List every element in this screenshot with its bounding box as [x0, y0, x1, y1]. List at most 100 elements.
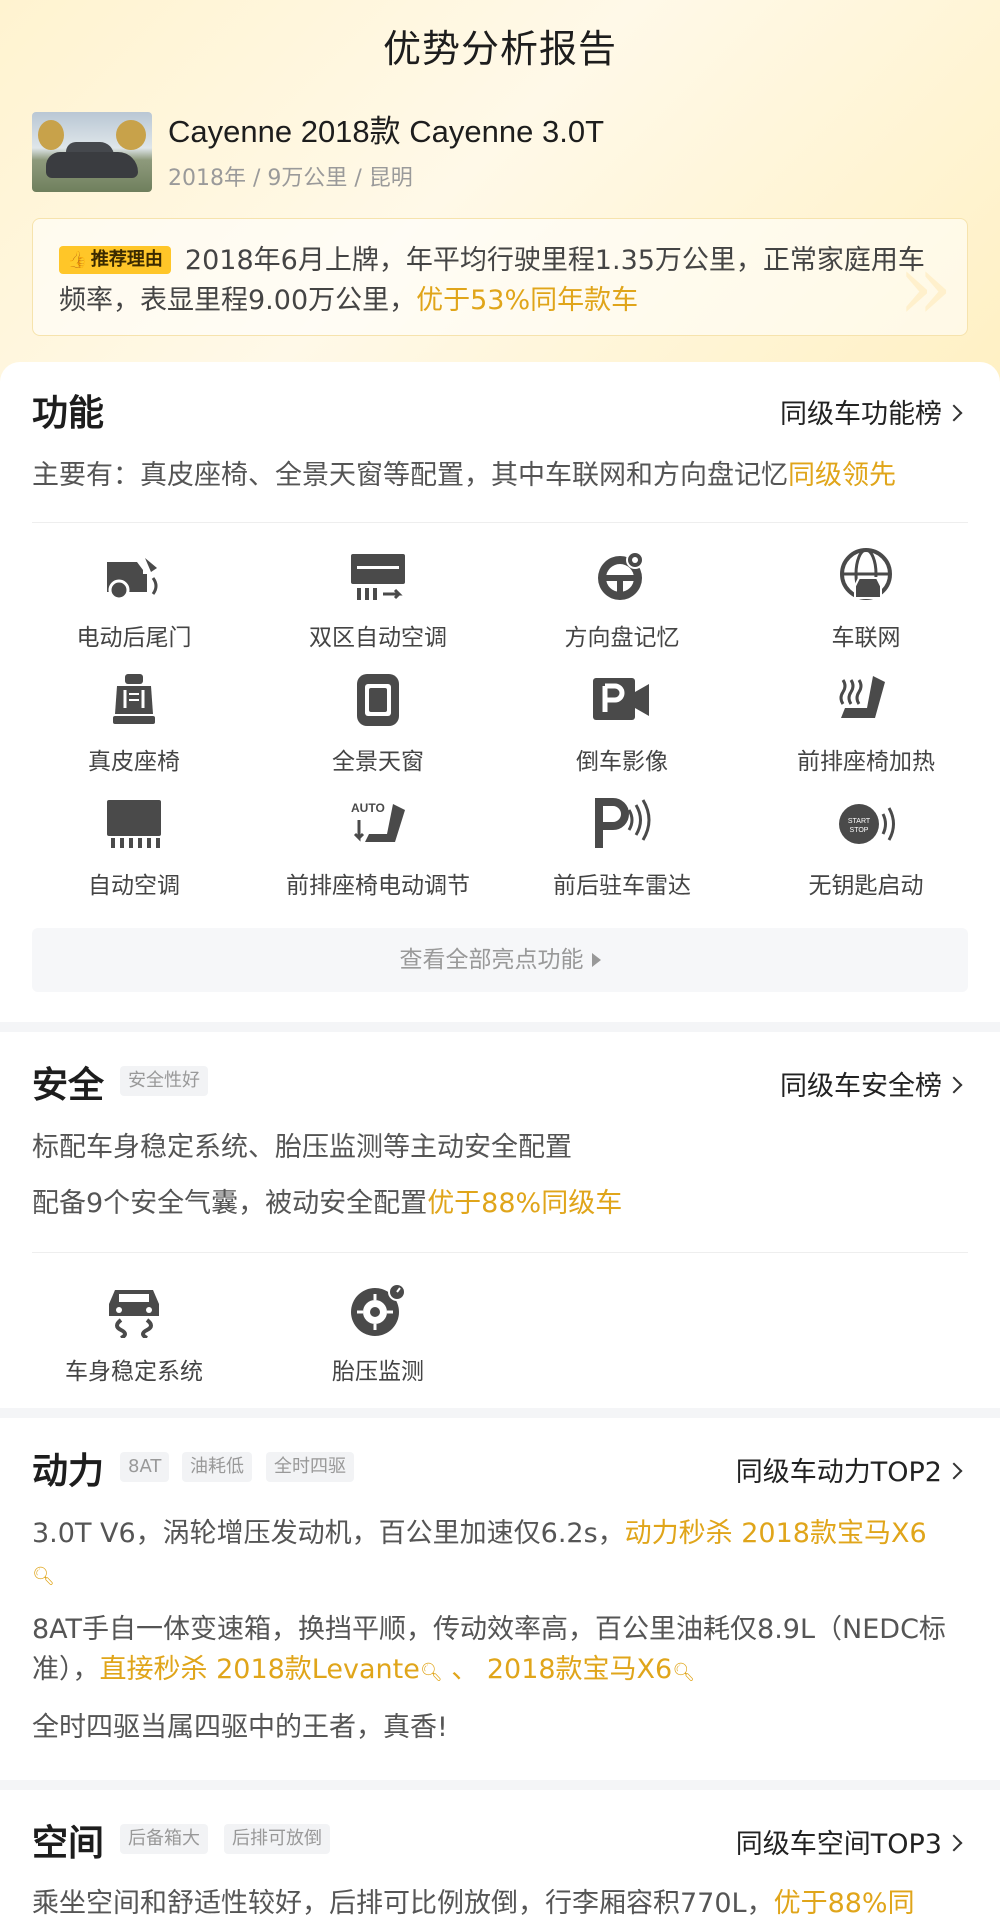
power-tag: 油耗低 — [182, 1452, 252, 1482]
feature-label: 全景天窗 — [332, 749, 424, 775]
safety-line2: 配备9个安全气囊，被动安全配置优于88%同级车 — [32, 1184, 968, 1224]
feature-label: 无钥匙启动 — [808, 873, 924, 899]
feature-reverse-camera[interactable]: 倒车影像 — [500, 672, 744, 776]
feature-dual-zone-ac[interactable]: 双区自动空调 — [256, 548, 500, 652]
feature-panoramic-sunroof[interactable]: 全景天窗 — [256, 672, 500, 776]
feature-label: 方向盘记忆 — [564, 625, 680, 651]
feature-label: 胎压监测 — [332, 1359, 424, 1385]
power-link-label: 同级车动力TOP2 — [735, 1457, 942, 1488]
tire-pressure-icon — [351, 1283, 406, 1336]
function-desc: 主要有：真皮座椅、全景天窗等配置，其中车联网和方向盘记忆同级领先 — [32, 456, 968, 496]
divider — [32, 1252, 968, 1253]
feature-label: 车联网 — [831, 625, 901, 651]
feature-leather-seat[interactable]: 真皮座椅 — [12, 672, 256, 776]
power-tag: 全时四驱 — [266, 1452, 354, 1482]
space-link-label: 同级车空间TOP3 — [735, 1829, 942, 1860]
feature-label: 前排座椅电动调节 — [286, 873, 470, 899]
power-p2-separator: 、 — [442, 1654, 487, 1685]
play-arrow-icon — [591, 953, 601, 967]
feature-label: 双区自动空调 — [309, 625, 447, 651]
power-title: 动力 — [32, 1451, 105, 1492]
feature-steering-memory[interactable]: 方向盘记忆 — [500, 548, 744, 652]
power-p2-link-a[interactable]: 直接秒杀 2018款Levante🔍︎ — [100, 1654, 443, 1685]
power-p1-text: 3.0T V6，涡轮增压发动机，百公里加速仅6.2s， — [32, 1518, 625, 1549]
safety-tag: 安全性好 — [120, 1066, 208, 1096]
feature-tire-pressure[interactable]: 胎压监测 — [256, 1282, 500, 1386]
chevron-right-icon — [945, 1834, 963, 1852]
search-icon: 🔍︎ — [672, 1662, 696, 1683]
feature-auto-ac[interactable]: 自动空调 — [12, 796, 256, 900]
dual-zone-ac-icon — [351, 554, 405, 600]
power-p2-link-b-label: 2018款宝马X6 — [486, 1654, 673, 1685]
feature-label: 前后驻车雷达 — [553, 873, 691, 899]
space-tag: 后备箱大 — [120, 1824, 208, 1854]
seat-heating-icon — [839, 676, 885, 718]
feature-label: 真皮座椅 — [88, 749, 180, 775]
power-section: 动力 8AT 油耗低 全时四驱 同级车动力TOP2 3.0T V6，涡轮增压发动… — [0, 1418, 1000, 1780]
feature-label: 自动空调 — [88, 873, 180, 899]
function-ranking-link[interactable]: 同级车功能榜 — [780, 392, 963, 431]
feature-label: 倒车影像 — [576, 749, 668, 775]
space-tag: 后排可放倒 — [224, 1824, 330, 1854]
power-tailgate-icon — [107, 558, 158, 601]
function-desc-text: 主要有：真皮座椅、全景天窗等配置，其中车联网和方向盘记忆 — [32, 460, 788, 491]
safety-line2-highlight: 优于88%同级车 — [427, 1188, 623, 1219]
safety-link-label: 同级车安全榜 — [780, 1071, 942, 1102]
page-title: 优势分析报告 — [382, 27, 617, 71]
feature-keyless-start[interactable]: START STOP 无钥匙启动 — [744, 796, 988, 900]
function-title: 功能 — [32, 393, 105, 434]
reason-highlight: 优于53%同年款车 — [416, 285, 639, 316]
photo-tree — [116, 120, 146, 150]
feature-power-tailgate[interactable]: 电动后尾门 — [12, 548, 256, 652]
feature-parking-radar[interactable]: 前后驻车雷达 — [500, 796, 744, 900]
svg-text:AUTO: AUTO — [351, 801, 385, 815]
report-header: 优势分析报告 Cayenne 2018款 Cayenne 3.0T 2018年 … — [0, 0, 1000, 420]
feature-label: 前排座椅加热 — [797, 749, 935, 775]
power-ranking-link[interactable]: 同级车动力TOP2 — [735, 1450, 963, 1489]
function-section: 功能 同级车功能榜 主要有：真皮座椅、全景天窗等配置，其中车联网和方向盘记忆同级… — [0, 362, 1000, 1022]
photo-car-body — [46, 152, 138, 178]
space-desc-highlight: 优于88%同 — [773, 1888, 915, 1919]
parking-radar-icon — [595, 798, 651, 848]
search-icon: 🔍︎ — [32, 1566, 55, 1587]
power-seat-icon: AUTO — [351, 801, 405, 842]
feature-connected-car[interactable]: 车联网 — [744, 548, 988, 652]
feature-power-seat[interactable]: AUTO 前排座椅电动调节 — [256, 796, 500, 900]
space-desc-text: 乘坐空间和舒适性较好，后排可比例放倒，行李厢容积770L， — [32, 1888, 774, 1919]
space-title: 空间 — [32, 1823, 105, 1864]
safety-title: 安全 — [32, 1065, 105, 1106]
chevron-right-icon — [945, 1076, 963, 1094]
feature-stability-control[interactable]: 车身稳定系统 — [12, 1282, 256, 1386]
safety-ranking-link[interactable]: 同级车安全榜 — [780, 1064, 963, 1103]
panoramic-sunroof-icon — [357, 674, 399, 726]
svg-text:START: START — [848, 818, 871, 825]
power-p1-link-label: 动力秒杀 2018款宝马X6 — [624, 1518, 927, 1549]
auto-ac-icon — [107, 800, 161, 848]
photo-tree — [38, 120, 64, 150]
feature-label: 电动后尾门 — [76, 625, 192, 651]
feature-seat-heating[interactable]: 前排座椅加热 — [744, 672, 988, 776]
safety-section: 安全 安全性好 同级车安全榜 标配车身稳定系统、胎压监测等主动安全配置 配备9个… — [0, 1032, 1000, 1408]
space-section: 空间 后备箱大 后排可放倒 同级车空间TOP3 乘坐空间和舒适性较好，后排可比例… — [0, 1790, 1000, 1926]
power-p2-link-a-label: 直接秒杀 2018款Levante — [99, 1654, 420, 1685]
reverse-camera-icon — [593, 678, 649, 720]
power-p2-link-b[interactable]: 2018款宝马X6🔍︎ — [487, 1654, 695, 1685]
view-all-features-button[interactable]: 查看全部亮点功能 — [32, 928, 968, 992]
chevron-right-icon — [945, 404, 963, 422]
quote-decoration-icon: » — [897, 235, 953, 336]
view-all-label: 查看全部亮点功能 — [399, 947, 584, 973]
space-desc: 乘坐空间和舒适性较好，后排可比例放倒，行李厢容积770L，优于88%同 — [32, 1884, 968, 1924]
car-meta: 2018年 / 9万公里 / 昆明 — [168, 166, 413, 191]
divider — [32, 522, 968, 523]
connected-car-icon — [840, 548, 892, 600]
recommend-reason-tag: 👍 推荐理由 — [59, 246, 171, 274]
svg-text:STOP: STOP — [850, 827, 869, 834]
power-tag: 8AT — [120, 1452, 170, 1482]
space-ranking-link[interactable]: 同级车空间TOP3 — [735, 1822, 963, 1861]
reason-tag-label: 推荐理由 — [90, 249, 163, 270]
keyless-start-icon: START STOP — [839, 804, 895, 844]
car-thumbnail[interactable] — [32, 112, 152, 192]
steering-memory-icon — [598, 551, 644, 600]
function-desc-highlight: 同级领先 — [788, 460, 896, 491]
search-icon: 🔍︎ — [419, 1662, 443, 1683]
